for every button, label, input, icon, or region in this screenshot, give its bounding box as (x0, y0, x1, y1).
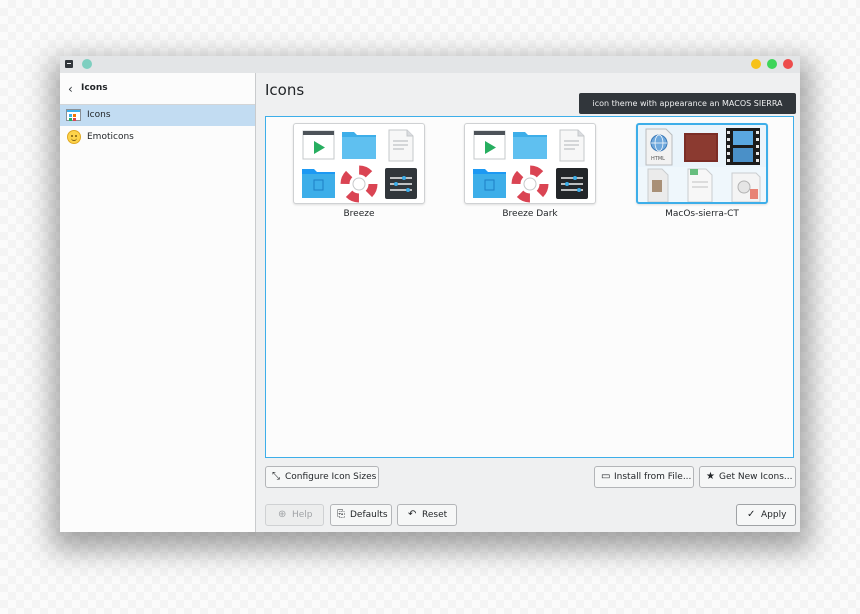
sidebar-item-label: Icons (87, 110, 111, 120)
theme-name: Breeze Dark (502, 209, 558, 219)
theme-preview (293, 123, 425, 204)
html-file-label: HTML (651, 156, 665, 162)
get-new-icons-button[interactable]: ★ Get New Icons... (699, 466, 796, 488)
theme-tooltip: icon theme with appearance an MACOS SIER… (579, 93, 796, 114)
sidebar-title: Icons (81, 83, 108, 93)
back-arrow-icon[interactable]: ‹ (68, 82, 73, 96)
icons-grid-icon (66, 109, 81, 121)
keep-above-icon[interactable] (82, 59, 92, 69)
app-menu-icon[interactable] (65, 60, 73, 68)
checkmark-icon: ✓ (747, 509, 756, 520)
sidebar-item-label: Emoticons (87, 132, 134, 142)
page-title: Icons (265, 81, 305, 99)
help-icon: ⊕ (278, 509, 287, 520)
apply-button[interactable]: ✓ Apply (736, 504, 796, 526)
theme-name: MacOs-sierra-CT (665, 209, 739, 219)
theme-preview: HTML (636, 123, 768, 204)
theme-preview (464, 123, 596, 204)
smiley-icon (67, 130, 81, 144)
configure-icon-sizes-button[interactable]: ⤡ Configure Icon Sizes (265, 466, 379, 488)
maximize-button[interactable] (767, 59, 777, 69)
install-from-file-button[interactable]: ▭ Install from File... (594, 466, 694, 488)
defaults-button[interactable]: ⎘ Defaults (330, 504, 392, 526)
star-icon: ★ (706, 471, 715, 482)
close-button[interactable] (783, 59, 793, 69)
undo-icon: ↶ (408, 509, 417, 520)
sidebar-header: ‹ Icons (60, 73, 255, 105)
sidebar-item-emoticons[interactable]: Emoticons (60, 127, 255, 148)
install-file-icon: ▭ (601, 471, 611, 482)
sidebar: ‹ Icons Icons Emoticons (60, 73, 256, 532)
theme-name: Breeze (343, 209, 375, 219)
minimize-button[interactable] (751, 59, 761, 69)
icon-theme-grid[interactable]: Breeze Breeze Dark HTML MacOs-sierra-CT (265, 116, 794, 458)
help-button[interactable]: ⊕ Help (265, 504, 324, 526)
titlebar[interactable] (60, 56, 800, 73)
defaults-icon: ⎘ (337, 509, 345, 520)
sidebar-item-icons[interactable]: Icons (60, 105, 255, 126)
settings-window: ‹ Icons Icons Emoticons Icons icon theme… (60, 56, 800, 532)
reset-button[interactable]: ↶ Reset (397, 504, 457, 526)
resize-icon: ⤡ (272, 471, 280, 482)
